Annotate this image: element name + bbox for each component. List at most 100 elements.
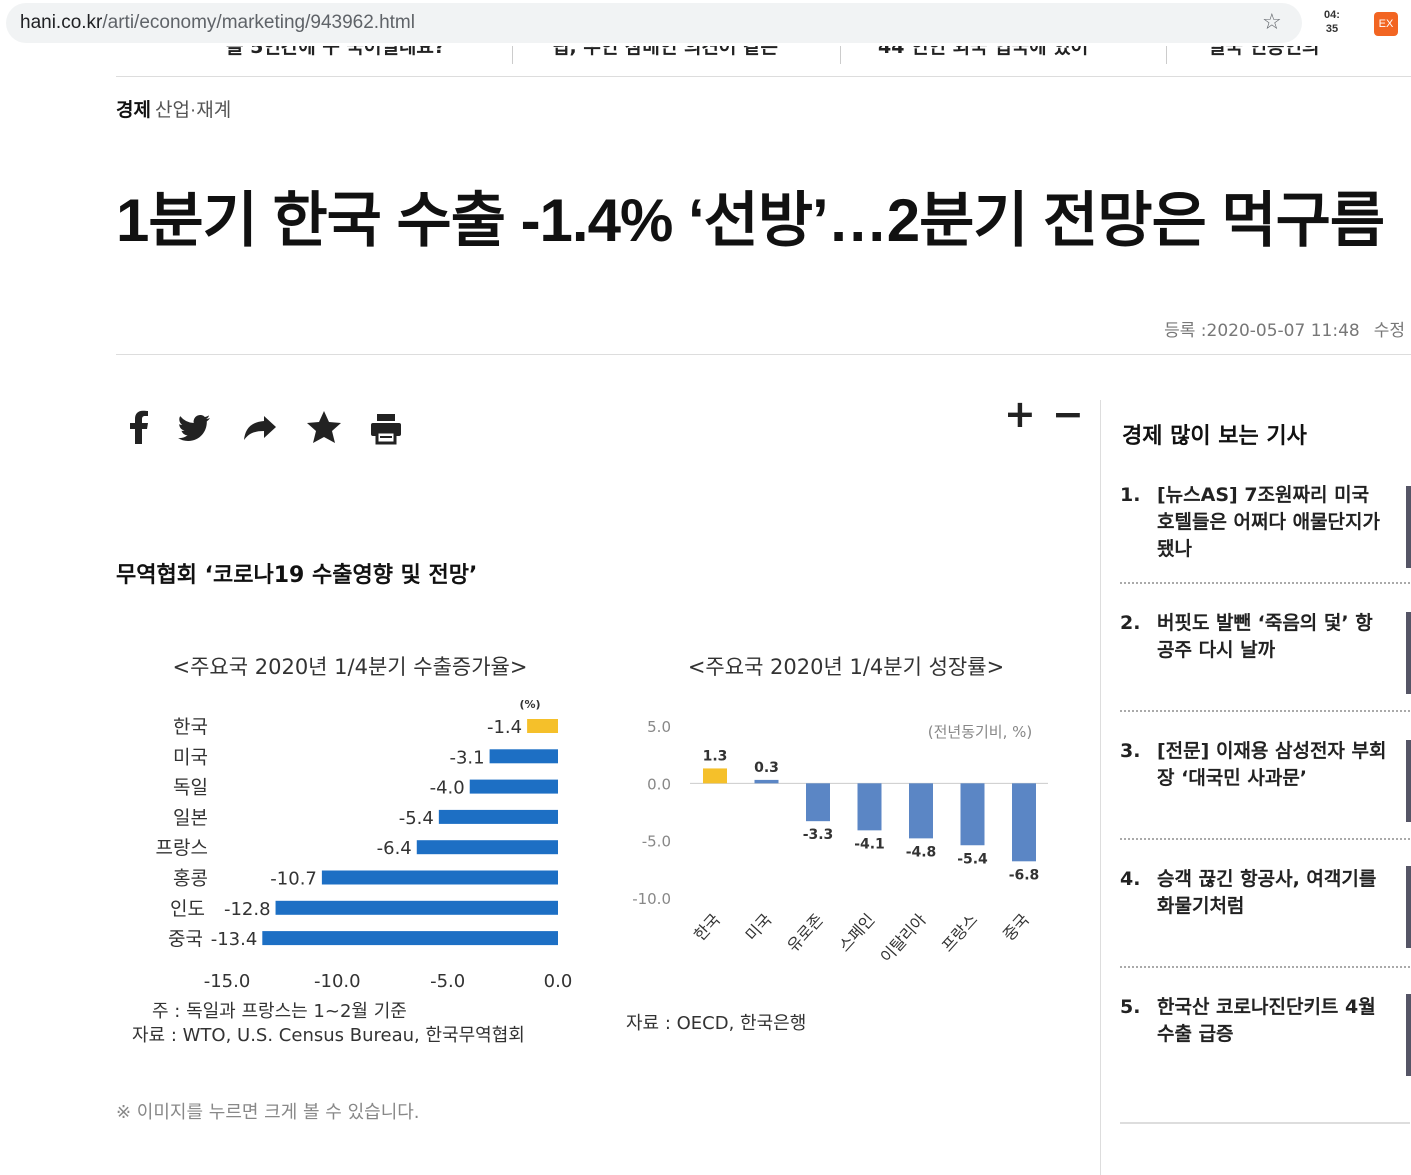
top-news-item[interactable]: 일국 인공인의 [1208,46,1320,59]
tick-label: 0.0 [544,971,573,992]
bar [754,779,779,784]
category-label: 독일 [173,777,208,799]
rank-number: 3. [1120,740,1141,762]
url-text[interactable]: hani.co.kr/arti/economy/marketing/943962… [20,12,415,34]
popular-article-link[interactable]: [뉴스AS] 7조원짜리 미국 호텔들은 어쩌다 애물단지가 됐나 [1157,482,1389,563]
data-label: -4.0 [430,778,465,799]
bar [469,779,558,794]
share-arrow-icon[interactable] [240,408,280,448]
chart-figure-image[interactable]: <주요국 2020년 1/4분기 수출증가율> (%) -1.4 한국 -3.1 미국 -4… [120,640,1060,1060]
category-label: 미국 [742,910,776,945]
bar [857,783,882,831]
data-label: -10.7 [270,869,317,890]
bar [527,719,558,733]
divider [840,46,841,64]
rank-number: 5. [1120,996,1141,1018]
twitter-icon[interactable] [174,408,214,448]
divider [116,354,1411,355]
category-label: 한국 [690,910,724,945]
article-thumbnail[interactable] [1406,740,1411,822]
bar [960,783,985,846]
divider [1120,582,1410,584]
rank-number: 4. [1120,868,1141,890]
chart-source: 자료 : OECD, 한국은행 [626,1013,806,1034]
category-label: 유로존 [783,910,827,956]
clock-hours: 04: [1324,9,1340,21]
data-label: -3.1 [449,747,484,768]
ex-extension-icon[interactable]: EX [1374,12,1398,36]
category-label: 중국 [999,910,1033,945]
data-label: -4.8 [906,844,937,860]
star-bookmark-icon[interactable] [304,408,344,448]
unit-label: (전년동기비, %) [928,723,1033,741]
data-label: 1.3 [703,748,728,764]
divider [1120,966,1410,968]
popular-article-link[interactable]: [전문] 이재용 삼성전자 부회장 ‘대국민 사과문’ [1157,738,1389,792]
image-enlarge-note: ※ 이미지를 누르면 크게 볼 수 있습니다. [116,1102,420,1123]
breadcrumb-subsection[interactable]: 산업·재계 [155,100,231,121]
figure-caption-title: 무역협회 ‘코로나19 수출영향 및 전망’ [116,563,478,588]
article-thumbnail[interactable] [1406,866,1411,948]
top-news-item[interactable]: 44 인인 외국 입국에 있어 [878,46,1088,59]
bar [489,749,558,764]
data-label: -6.4 [377,838,412,859]
chart-source: 자료 : WTO, U.S. Census Bureau, 한국무역협회 [132,1025,525,1046]
category-label: 미국 [173,746,208,768]
article-thumbnail[interactable] [1406,486,1411,568]
article-meta: 등록 :2020-05-07 11:48 수정 [1164,316,1405,341]
tick-label: -5.0 [642,833,671,851]
data-label: 0.3 [754,760,779,776]
print-icon[interactable] [366,408,406,448]
rank-number: 2. [1120,612,1141,634]
category-label: 인도 [170,898,205,920]
clock-extension[interactable]: 04: 35 [1324,8,1340,36]
tick-label: -5.0 [430,971,465,992]
facebook-icon[interactable] [120,408,160,448]
article-thumbnail[interactable] [1406,994,1411,1076]
data-label: -1.4 [487,717,522,738]
popular-article-link[interactable]: 승객 끊긴 항공사, 여객기를 화물기처럼 [1157,866,1389,920]
bar [262,931,558,946]
bookmark-star-icon[interactable]: ☆ [1262,10,1282,35]
bar [416,840,558,855]
data-label: -4.1 [854,836,885,852]
category-label: 홍콩 [173,868,208,890]
tick-label: 0.0 [647,775,671,793]
category-label: 이탈리아 [876,910,930,967]
chart-title: <주요국 2020년 1/4분기 수출증가율> [173,655,528,679]
export-growth-chart: <주요국 2020년 1/4분기 수출증가율> (%) -1.4 한국 -3.1 미국 -4… [132,655,572,1046]
bar [1012,783,1036,862]
data-label: -12.8 [224,899,271,920]
font-size-decrease-button[interactable]: − [1052,394,1084,434]
top-news-strip: 슬 5인간에 구 국어일네요? 팁, 우인 참배인 의견어 같은 44 인인 외… [116,46,1411,77]
tick-label: -10.0 [632,890,671,908]
category-label: 일본 [173,807,208,829]
bar [909,783,933,839]
sidebar-divider [1100,400,1101,1175]
category-label: 한국 [173,716,208,738]
data-label: -13.4 [211,929,258,950]
font-size-increase-button[interactable]: + [1004,394,1036,434]
tick-label: -10.0 [314,971,361,992]
clock-minutes: 35 [1325,23,1339,35]
top-news-item[interactable]: 팁, 우인 참배인 의견어 같은 [552,46,778,59]
data-label: -6.8 [1009,867,1040,883]
breadcrumb-section[interactable]: 경제 [116,100,151,121]
data-label: -3.3 [803,827,834,843]
divider [1120,710,1410,712]
url-host: hani.co.kr [20,12,103,33]
tick-label: -15.0 [204,971,251,992]
divider [1166,46,1167,64]
article-thumbnail[interactable] [1406,612,1411,694]
divider [512,46,513,64]
chart-note: 주 : 독일과 프랑스는 1~2월 기준 [152,1001,407,1022]
divider [1120,1122,1410,1124]
category-label: 프랑스 [156,837,208,859]
chart-title: <주요국 2020년 1/4분기 성장률> [688,655,1004,679]
top-news-item[interactable]: 슬 5인간에 구 국어일네요? [226,46,445,59]
popular-article-link[interactable]: 버핏도 발뺀 ‘죽음의 덫’ 항공주 다시 날까 [1157,610,1389,664]
bar [321,870,558,885]
popular-article-link[interactable]: 한국산 코로나진단키트 4월 수출 급증 [1157,994,1389,1048]
gdp-growth-chart: <주요국 2020년 1/4분기 성장률> (전년동기비, %) 5.0 0.0 -5.… [626,655,1048,1034]
bar [275,900,558,915]
